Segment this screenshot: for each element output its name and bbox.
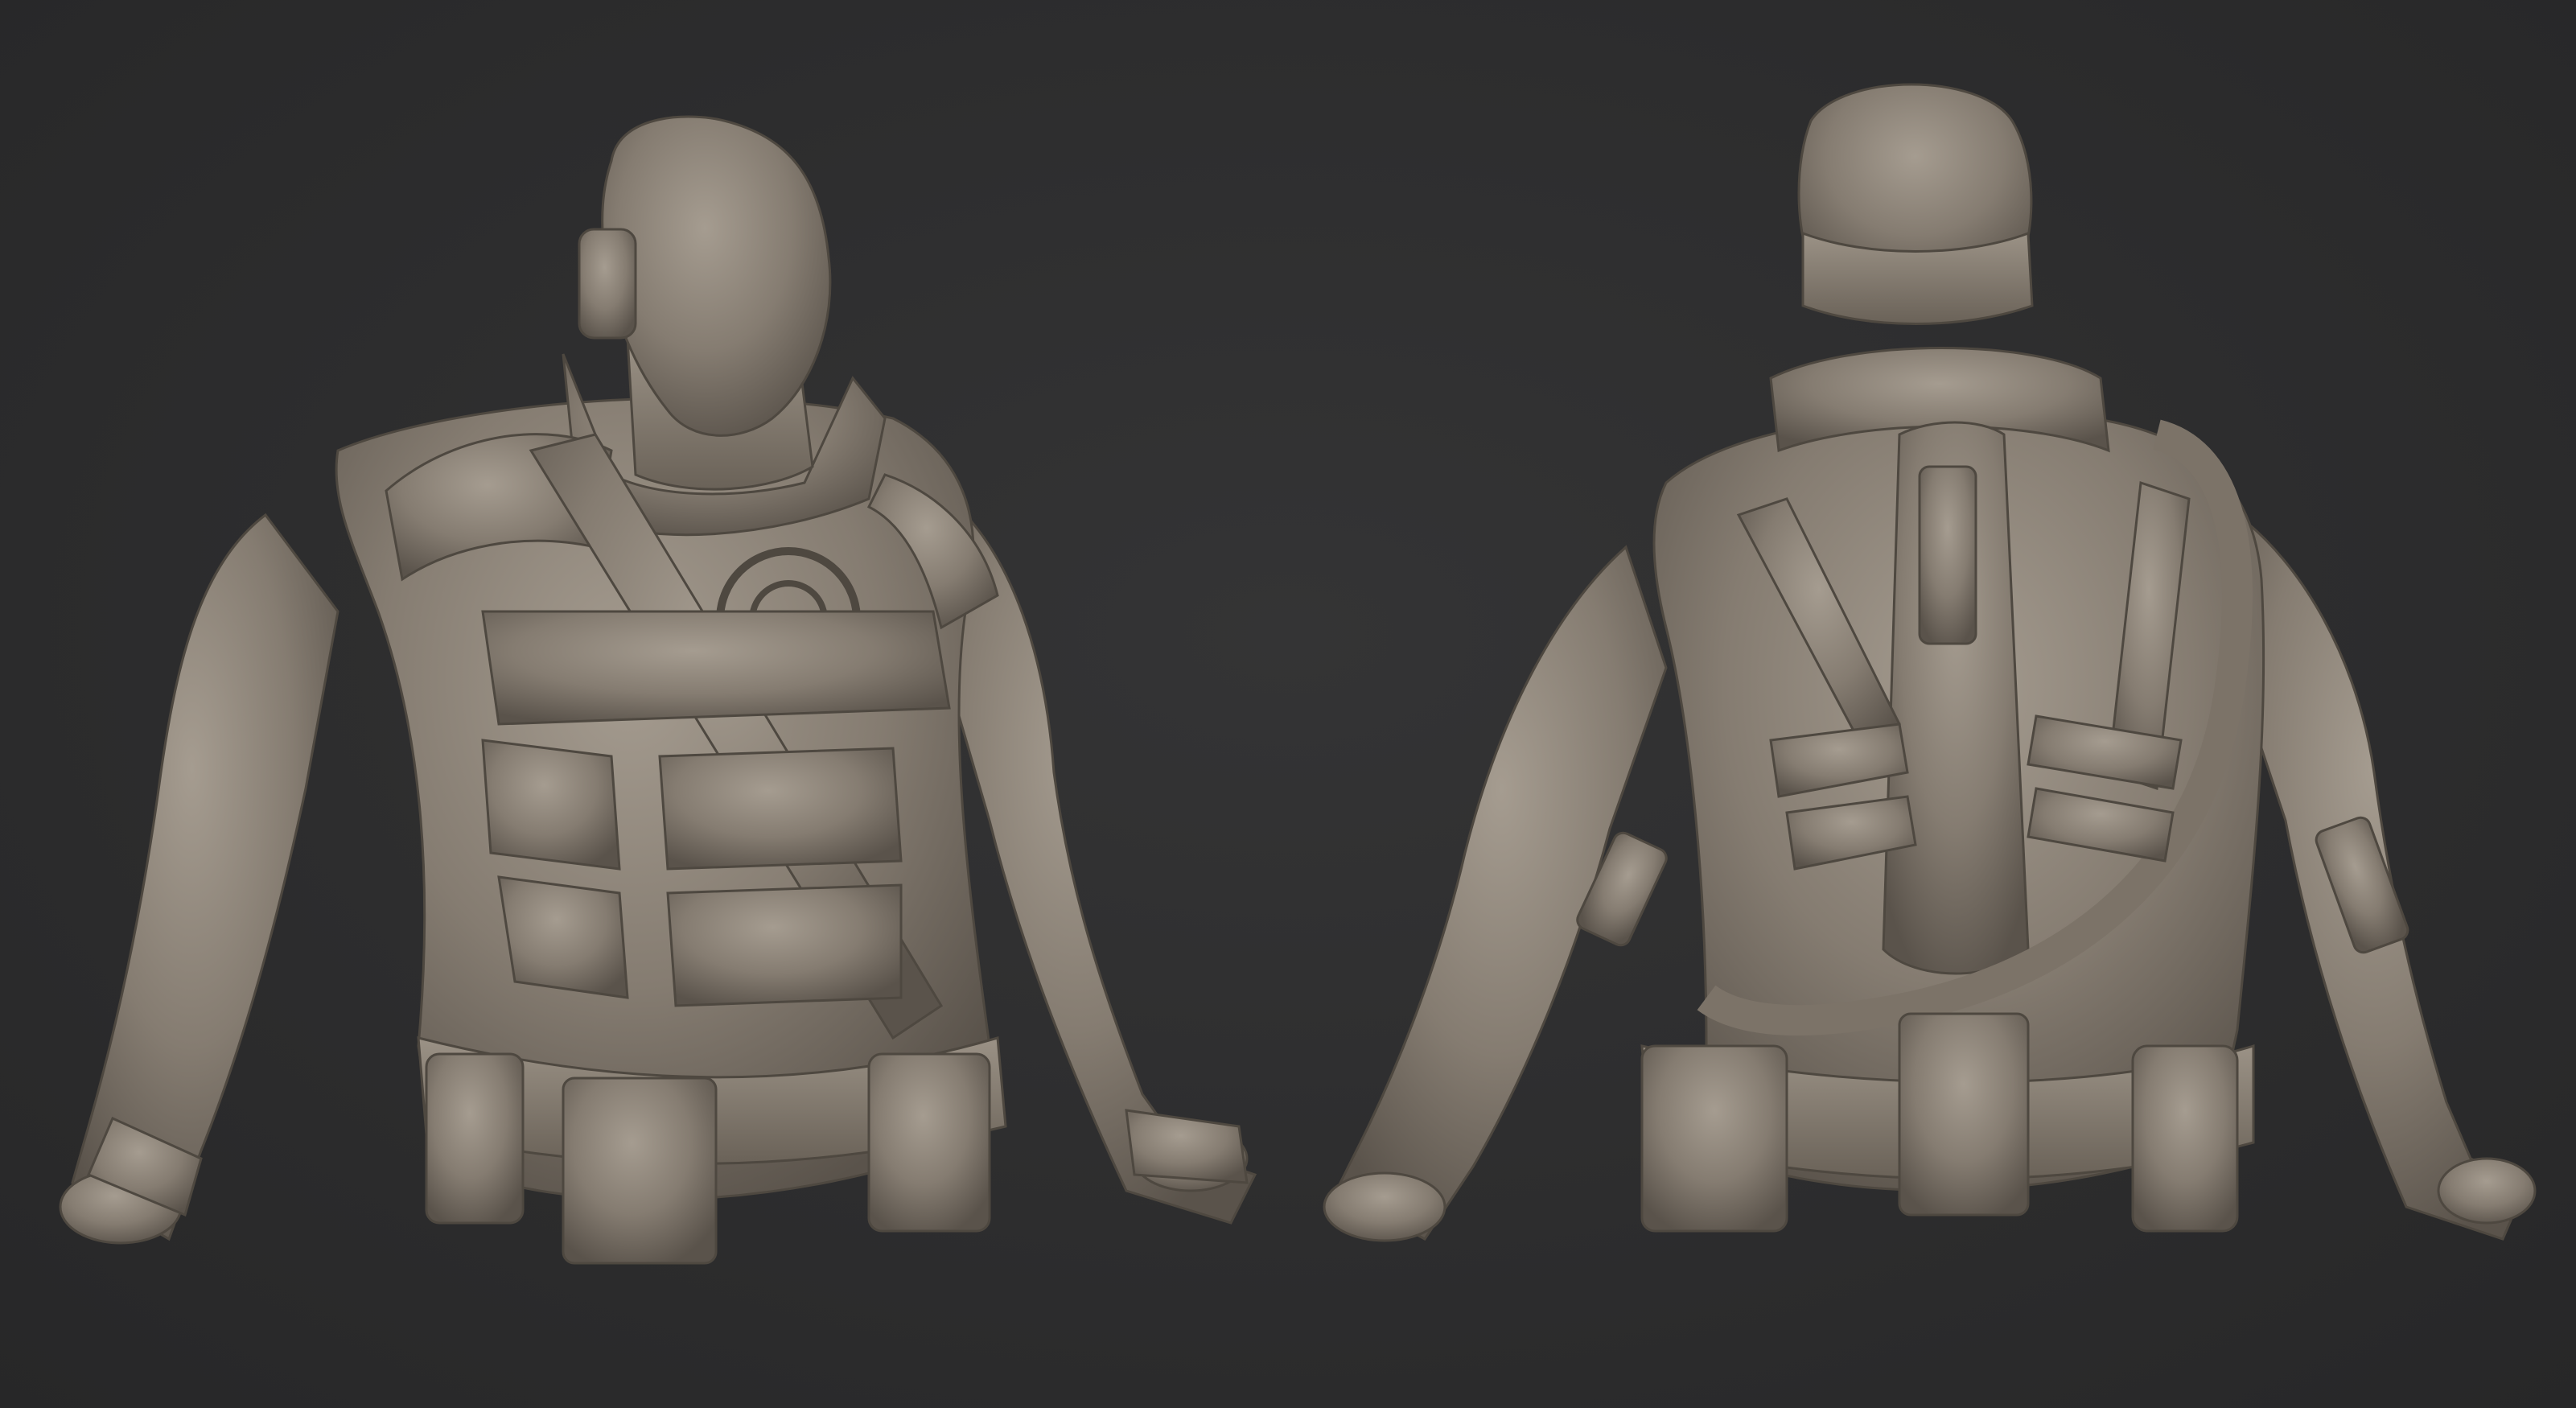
bust-front-render [0,0,1288,1408]
bust-front-image [59,115,1257,1265]
bust-back-image [1323,83,2537,1242]
bust-back-render [1288,0,2576,1408]
sculpt-viewport [0,0,2576,1408]
